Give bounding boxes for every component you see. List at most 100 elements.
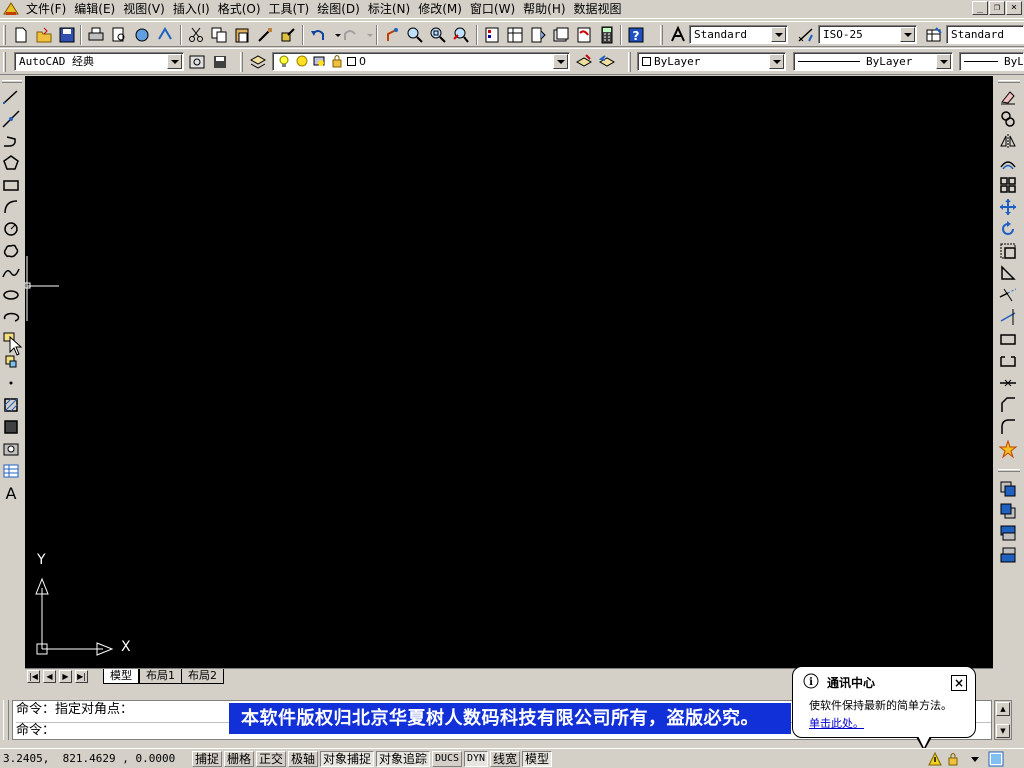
polygon-icon[interactable]	[1, 153, 21, 173]
copy-icon[interactable]	[209, 25, 229, 45]
chamfer-icon[interactable]	[998, 395, 1018, 415]
lock-icon[interactable]	[330, 54, 344, 68]
break-icon[interactable]	[998, 351, 1018, 371]
construction-line-icon[interactable]	[1, 109, 21, 129]
stretch-icon[interactable]	[998, 263, 1018, 283]
layer-manager-icon[interactable]	[248, 52, 268, 72]
paste-icon[interactable]	[232, 25, 252, 45]
extend-icon[interactable]	[998, 307, 1018, 327]
menu-edit[interactable]: 编辑(E)	[70, 1, 119, 18]
pan-icon[interactable]	[382, 25, 402, 45]
first-tab-button[interactable]: |◀	[27, 670, 40, 683]
point-icon[interactable]	[1, 373, 21, 393]
match-properties-icon[interactable]	[255, 25, 275, 45]
offset-icon[interactable]	[998, 153, 1018, 173]
array-icon[interactable]	[998, 175, 1018, 195]
osnap-toggle[interactable]: 对象捕捉	[320, 751, 375, 767]
draw-order-front-icon[interactable]	[998, 479, 1018, 499]
toolbar-grip[interactable]	[3, 25, 6, 45]
ducs-toggle[interactable]: DUCS	[432, 751, 463, 767]
design-center-icon[interactable]	[505, 25, 525, 45]
minimize-button[interactable]: _	[972, 1, 988, 15]
communication-center-icon[interactable]	[928, 752, 942, 766]
spline-icon[interactable]	[1, 263, 21, 283]
draw-order-under-icon[interactable]	[998, 545, 1018, 565]
ellipse-icon[interactable]	[1, 285, 21, 305]
menu-data-view[interactable]: 数据视图	[570, 1, 626, 18]
save-workspace-icon[interactable]	[210, 52, 230, 72]
block-editor-icon[interactable]	[278, 25, 298, 45]
make-object-layer-current-icon[interactable]	[574, 52, 594, 72]
layer-previous-icon[interactable]	[597, 52, 617, 72]
new-icon[interactable]	[11, 25, 31, 45]
help-icon[interactable]: ?	[626, 25, 646, 45]
close-button[interactable]: ×	[1006, 1, 1022, 15]
join-icon[interactable]	[998, 373, 1018, 393]
toolbar-grip[interactable]	[998, 80, 1020, 83]
chevron-down-icon[interactable]	[769, 54, 784, 69]
menu-insert[interactable]: 插入(I)	[169, 1, 214, 18]
print-preview-icon[interactable]	[109, 25, 129, 45]
arc-icon[interactable]	[1, 197, 21, 217]
region-icon[interactable]	[1, 439, 21, 459]
prev-tab-button[interactable]: ◀	[43, 670, 56, 683]
next-tab-button[interactable]: ▶	[59, 670, 72, 683]
redo-dropdown-icon[interactable]	[360, 25, 373, 45]
dyn-toggle[interactable]: DYN	[464, 751, 489, 767]
tool-palettes-icon[interactable]	[528, 25, 548, 45]
restore-button[interactable]: ❐	[989, 1, 1005, 15]
hatch-icon[interactable]	[1, 395, 21, 415]
viewport-freeze-icon[interactable]	[312, 54, 326, 68]
draw-order-back-icon[interactable]	[998, 501, 1018, 521]
command-scrollbar[interactable]: ▲ ▼	[994, 700, 1012, 740]
snap-toggle[interactable]: 捕捉	[192, 751, 223, 767]
workspace-select[interactable]: AutoCAD 经典	[14, 52, 184, 71]
menu-window[interactable]: 窗口(W)	[466, 1, 519, 18]
mirror-icon[interactable]	[998, 131, 1018, 151]
undo-icon[interactable]	[308, 25, 328, 45]
sheet-set-icon[interactable]	[551, 25, 571, 45]
menu-tools[interactable]: 工具(T)	[265, 1, 314, 18]
properties-icon[interactable]	[482, 25, 502, 45]
table-icon[interactable]	[1, 461, 21, 481]
autocad-app-icon[interactable]	[2, 1, 20, 17]
lineweight-toggle[interactable]: 线宽	[490, 751, 521, 767]
menu-help[interactable]: 帮助(H)	[519, 1, 569, 18]
open-icon[interactable]	[34, 25, 54, 45]
chevron-down-icon[interactable]	[900, 27, 915, 42]
undo-dropdown-icon[interactable]	[328, 25, 341, 45]
tab-model[interactable]: 模型	[103, 669, 139, 684]
trim-icon[interactable]	[998, 285, 1018, 305]
gradient-icon[interactable]	[1, 417, 21, 437]
break-at-point-icon[interactable]	[998, 329, 1018, 349]
multiline-text-icon[interactable]: A	[1, 483, 21, 503]
lightbulb-icon[interactable]	[277, 54, 291, 68]
drawing-canvas[interactable]: Y X	[25, 76, 993, 668]
explode-icon[interactable]	[998, 439, 1018, 459]
dim-style-icon[interactable]	[796, 25, 816, 45]
tab-layout2[interactable]: 布局2	[181, 669, 224, 684]
menu-dimension[interactable]: 标注(N)	[364, 1, 414, 18]
scroll-up-icon[interactable]: ▲	[996, 702, 1010, 716]
scroll-down-icon[interactable]: ▼	[996, 724, 1010, 738]
text-style-icon[interactable]	[668, 25, 688, 45]
save-icon[interactable]	[57, 25, 77, 45]
fillet-icon[interactable]	[998, 417, 1018, 437]
erase-icon[interactable]	[998, 87, 1018, 107]
zoom-previous-icon[interactable]	[451, 25, 471, 45]
rotate-icon[interactable]	[998, 219, 1018, 239]
table-style-select[interactable]: Standard	[946, 25, 1024, 44]
tab-layout1[interactable]: 布局1	[139, 669, 182, 684]
print-icon[interactable]	[86, 25, 106, 45]
revision-cloud-icon[interactable]	[1, 241, 21, 261]
toolbar-grip[interactable]	[2, 80, 22, 83]
toolbar-grip[interactable]	[3, 52, 6, 72]
polar-toggle[interactable]: 极轴	[288, 751, 319, 767]
chevron-down-icon[interactable]	[936, 54, 951, 69]
dim-style-select[interactable]: ISO-25	[818, 25, 917, 44]
draw-order-above-icon[interactable]	[998, 523, 1018, 543]
rectangle-icon[interactable]	[1, 175, 21, 195]
zoom-window-icon[interactable]	[428, 25, 448, 45]
balloon-close-button[interactable]: ×	[951, 675, 967, 691]
command-window-grip[interactable]	[3, 700, 9, 740]
